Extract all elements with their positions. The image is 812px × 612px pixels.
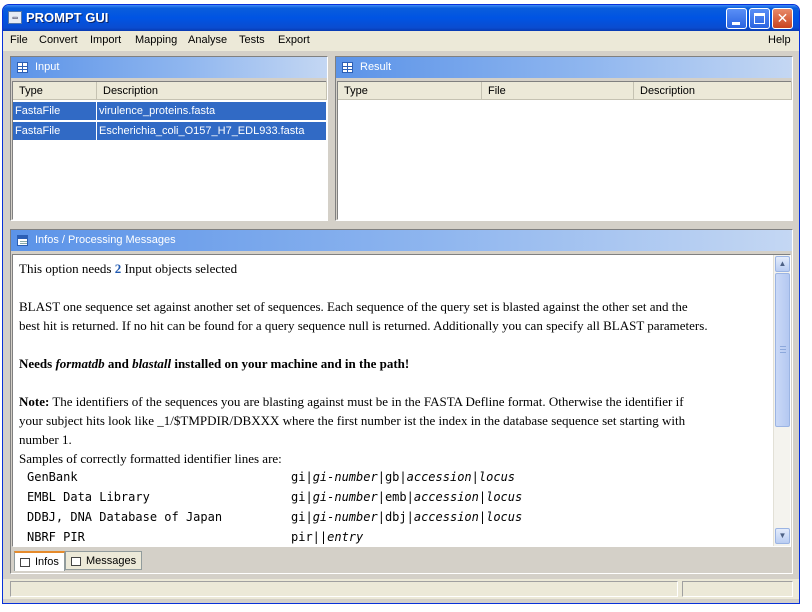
input-panel-header: Input [11, 57, 327, 78]
identifier-row: NBRF PIR pir||entry [19, 528, 771, 546]
tab-infos-label: Infos [35, 556, 59, 568]
arrow-up-icon: ▲ [778, 259, 787, 268]
identifier-db: EMBL Data Library [27, 490, 150, 504]
menu-bar: File Convert Import Mapping Analyse Test… [3, 31, 799, 51]
result-table-header: Type File Description [338, 82, 792, 100]
needs-prefix: Needs [19, 356, 56, 371]
input-table[interactable]: Type Description FastaFile virulence_pro… [12, 81, 327, 220]
description-line: best hit is returned. If no hit can be f… [19, 318, 708, 333]
arrow-down-icon: ▼ [778, 531, 787, 540]
menu-help[interactable]: Help [768, 34, 791, 46]
menu-convert[interactable]: Convert [39, 34, 78, 46]
result-panel-header: Result [336, 57, 792, 78]
infos-tab-icon [20, 558, 30, 567]
title-bar[interactable]: ▭ PROMPT GUI ✕ [3, 5, 799, 31]
table-icon [17, 62, 28, 73]
minimize-button[interactable] [726, 8, 747, 29]
note-label: Note: [19, 394, 50, 409]
vertical-scrollbar[interactable]: ▲ ▼ [773, 255, 790, 546]
status-bar [3, 579, 799, 599]
info-text: This option needs 2 Input objects select… [19, 259, 771, 546]
needs-tool-blastall: blastall [132, 356, 172, 371]
info-panel-title: Infos / Processing Messages [35, 234, 176, 246]
result-panel: Result Type File Description [335, 56, 793, 221]
cell-description: Escherichia_coli_O157_H7_EDL933.fasta [99, 125, 305, 137]
close-icon: ✕ [776, 10, 789, 26]
table-row[interactable]: FastaFile Escherichia_coli_O157_H7_EDL93… [13, 122, 326, 141]
column-header-description[interactable]: Description [97, 82, 327, 100]
result-panel-title: Result [360, 61, 392, 73]
note-text: The identifiers of the sequences you are… [49, 394, 684, 409]
menu-import[interactable]: Import [90, 34, 121, 46]
menu-analyse[interactable]: Analyse [188, 34, 227, 46]
cell-type: FastaFile [13, 102, 97, 121]
info-content[interactable]: This option needs 2 Input objects select… [12, 254, 791, 547]
identifier-format: gi|gi-number|dbj|accession|locus [291, 510, 523, 524]
maximize-icon [754, 13, 765, 24]
close-button[interactable]: ✕ [772, 8, 793, 29]
identifier-row: GenBank gi|gi-number|gb|accession|locus [19, 468, 771, 488]
table-row[interactable]: FastaFile virulence_proteins.fasta [13, 102, 326, 121]
input-table-header: Type Description [13, 82, 327, 100]
identifier-db: DDBJ, DNA Database of Japan [27, 510, 223, 524]
input-panel-title: Input [35, 61, 60, 73]
input-panel: Input Type Description FastaFile virulen… [10, 56, 328, 221]
cell-type: FastaFile [13, 122, 97, 141]
requirement-prefix: This option needs [19, 261, 115, 276]
identifier-format: gi|gi-number|emb|accession|locus [291, 490, 523, 504]
maximize-button[interactable] [749, 8, 770, 29]
note-line: number 1. [19, 432, 72, 447]
info-panel-icon [17, 235, 28, 246]
grip-icon [780, 346, 786, 347]
description-line: BLAST one sequence set against another s… [19, 299, 688, 314]
identifier-format: pir||entry [291, 530, 364, 544]
app-window: ▭ PROMPT GUI ✕ File Convert Import Mappi… [2, 4, 800, 604]
messages-tab-icon [71, 557, 81, 566]
needs-line: Needs formatdb and blastall installed on… [19, 354, 771, 373]
menu-file[interactable]: File [10, 34, 28, 46]
scroll-up-button[interactable]: ▲ [775, 256, 790, 272]
scroll-down-button[interactable]: ▼ [775, 528, 790, 544]
selection-requirement: This option needs 2 Input objects select… [19, 259, 771, 278]
note-line: your subject hits look like _1/$TMPDIR/D… [19, 413, 686, 428]
status-field-main [10, 581, 678, 597]
samples-heading: Samples of correctly formatted identifie… [19, 451, 282, 466]
identifier-row: DDBJ, DNA Database of Japan gi|gi-number|… [19, 508, 771, 528]
menu-export[interactable]: Export [278, 34, 310, 46]
column-header-file[interactable]: File [482, 82, 634, 100]
column-header-type[interactable]: Type [338, 82, 482, 100]
info-tabs: Infos Messages [14, 551, 214, 571]
minimize-icon [732, 22, 740, 25]
tab-infos[interactable]: Infos [14, 551, 65, 571]
column-header-description[interactable]: Description [634, 82, 792, 100]
identifier-db: GenBank [27, 470, 78, 484]
column-header-type[interactable]: Type [13, 82, 97, 100]
tab-messages-label: Messages [86, 555, 137, 567]
identifier-row: EMBL Data Library gi|gi-number|emb|access… [19, 488, 771, 508]
table-icon [342, 62, 353, 73]
needs-suffix: installed on your machine and in the pat… [171, 356, 410, 371]
identifier-format: gi|gi-number|gb|accession|locus [291, 470, 516, 484]
note-line: Note: The identifiers of the sequences y… [19, 392, 771, 411]
window-title: PROMPT GUI [26, 10, 109, 25]
result-table[interactable]: Type File Description [337, 81, 792, 220]
requirement-suffix: Input objects selected [121, 261, 238, 276]
menu-mapping[interactable]: Mapping [135, 34, 177, 46]
tab-messages[interactable]: Messages [65, 551, 143, 570]
info-panel: Infos / Processing Messages This option … [10, 229, 793, 574]
scroll-thumb[interactable] [775, 273, 790, 427]
app-icon[interactable]: ▭ [8, 11, 22, 24]
menu-tests[interactable]: Tests [239, 34, 265, 46]
cell-description: virulence_proteins.fasta [99, 105, 216, 117]
needs-tool-formatdb: formatdb [55, 356, 105, 371]
status-field-secondary [682, 581, 793, 597]
needs-and: and [104, 356, 133, 371]
identifier-db: NBRF PIR [27, 530, 85, 544]
info-panel-header: Infos / Processing Messages [11, 230, 792, 251]
